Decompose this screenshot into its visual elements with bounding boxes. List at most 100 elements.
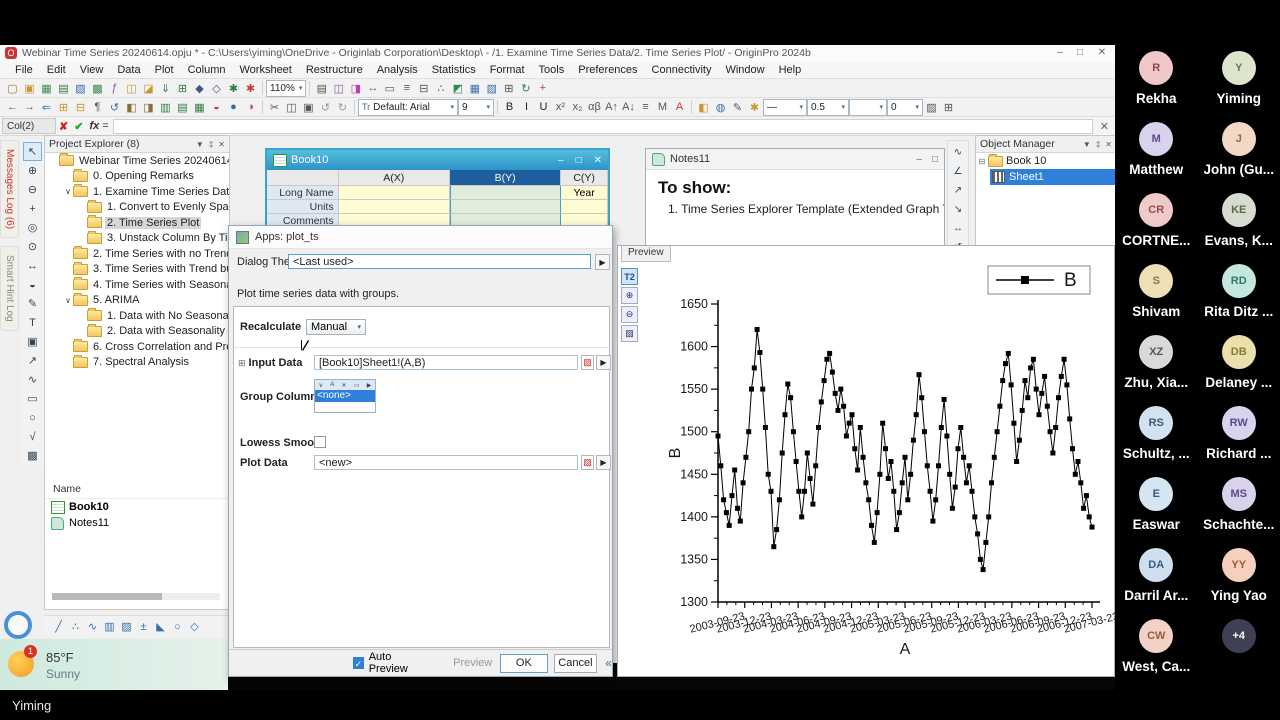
open-icon[interactable]: ◪ [140, 80, 157, 96]
print-icon[interactable]: ▤ [313, 80, 330, 96]
script-icon[interactable]: ∴ [432, 80, 449, 96]
duplicate-icon[interactable]: ◫ [330, 80, 347, 96]
book10-close-icon[interactable]: ✕ [594, 155, 602, 166]
data-reader-icon[interactable]: ◎ [23, 218, 42, 237]
preview-button[interactable]: Preview [453, 654, 492, 673]
minimize-button[interactable]: – [1051, 46, 1069, 60]
tree-item[interactable]: Webinar Time Series 20240614 [45, 153, 229, 169]
axis-template-4-icon[interactable]: ↔ [949, 219, 968, 238]
column-header[interactable]: A(X) [338, 170, 450, 186]
pane-pin-icon[interactable]: ‡ [1096, 140, 1100, 149]
hand-tool-icon[interactable]: √ [23, 427, 42, 446]
dialog-theme-input[interactable]: <Last used> [288, 254, 591, 269]
data-cell[interactable] [449, 186, 562, 200]
table-icon[interactable]: ⊞ [500, 80, 517, 96]
line-style-select[interactable]: — ▾ [763, 98, 807, 116]
more-plots-icon[interactable]: ◇ [186, 619, 203, 635]
menu-help[interactable]: Help [772, 64, 809, 76]
participant-tile[interactable]: Y Yiming [1198, 51, 1280, 118]
font-down-icon[interactable]: A↓ [620, 99, 637, 115]
tree-item[interactable]: 3. Time Series with Trend but no Seasona… [45, 261, 229, 278]
zoom-level-select[interactable]: 110% ▾ [266, 79, 307, 97]
font-up-icon[interactable]: A↑ [603, 99, 620, 115]
copy-icon[interactable]: ◫ [283, 99, 300, 115]
menu-edit[interactable]: Edit [40, 64, 73, 76]
participant-tile[interactable]: DA Darril Ar... [1115, 548, 1198, 615]
data-cell[interactable]: Year [561, 186, 608, 200]
menu-plot[interactable]: Plot [148, 64, 181, 76]
add-worksheet-icon[interactable]: ⊞ [55, 99, 72, 115]
circle-plot-icon[interactable]: ○ [169, 619, 186, 635]
circle-tool-icon[interactable]: ○ [23, 408, 42, 427]
scatter-tool-icon[interactable]: ∴ [67, 619, 84, 635]
range-selector-icon[interactable]: ▨ [581, 455, 594, 470]
undo-2-icon[interactable]: ↺ [317, 99, 334, 115]
align-icon[interactable]: ≡ [637, 99, 654, 115]
line-width-select[interactable]: 0.5 ▾ [807, 98, 849, 116]
merge-cells-icon[interactable]: M [654, 99, 671, 115]
data-selector-icon[interactable]: ↔ [23, 256, 42, 275]
axis-template-3-icon[interactable]: ↘ [949, 200, 968, 219]
more-participants-tile[interactable]: +4 [1198, 619, 1280, 686]
underline-icon[interactable]: U [535, 99, 552, 115]
window-list-item[interactable]: Book10 [45, 499, 229, 515]
move-icon[interactable]: ↔ [364, 80, 381, 96]
smart-hint-log-tab[interactable]: Smart Hint Log [0, 246, 19, 331]
group-selected-item[interactable]: <none> [315, 390, 375, 402]
input-flyout-icon[interactable]: ▶ [596, 355, 611, 370]
data-cell[interactable] [449, 200, 562, 214]
line-symbol-tool-icon[interactable]: ∿ [84, 619, 101, 635]
pan-icon[interactable]: + [23, 199, 42, 218]
participant-tile[interactable]: RW Richard ... [1198, 406, 1280, 473]
cancel-formula-icon[interactable]: ✘ [59, 120, 68, 133]
rect-tool-icon[interactable]: ▭ [23, 389, 42, 408]
pattern-icon[interactable]: ▨ [923, 99, 940, 115]
line-symbol-graph-icon[interactable]: ∿ [949, 143, 968, 162]
participant-tile[interactable]: RS Schultz, ... [1115, 406, 1198, 473]
tree-item[interactable]: 1. Data with No Seasonality [45, 308, 229, 324]
menu-view[interactable]: View [73, 64, 111, 76]
close-formula-bar-icon[interactable]: ✕ [1100, 120, 1109, 133]
extract-icon[interactable]: ⊟ [415, 80, 432, 96]
new-project-icon[interactable]: ▢ [4, 80, 21, 96]
new-matrix-icon[interactable]: ▩ [89, 80, 106, 96]
participant-tile[interactable]: DB Delaney ... [1198, 335, 1280, 402]
add-column-icon[interactable]: ⊟ [72, 99, 89, 115]
new-workbook-icon[interactable]: ▦ [38, 80, 55, 96]
column-header[interactable]: C(Y) [561, 170, 608, 186]
zoom-out-graph-icon[interactable]: ⊖ [621, 306, 638, 323]
formula-input[interactable] [112, 118, 1093, 134]
plot-flyout-icon[interactable]: ▶ [596, 455, 611, 470]
update-origin-icon[interactable]: ● [225, 99, 242, 115]
input-data-field[interactable]: [Book10]Sheet1!(A,B) [314, 355, 578, 370]
redo-2-icon[interactable]: ↻ [334, 99, 351, 115]
fill-color-icon[interactable]: ◧ [695, 99, 712, 115]
axis-template-2-icon[interactable]: ↗ [949, 181, 968, 200]
participant-tile[interactable]: CW West, Ca... [1115, 619, 1198, 686]
menu-window[interactable]: Window [718, 64, 771, 76]
participant-tile[interactable]: J John (Gu... [1198, 122, 1280, 189]
import-excel-icon[interactable]: ⊞ [174, 80, 191, 96]
object-manager-book-row[interactable]: ⊟ Book 10 [976, 153, 1115, 169]
recalculate-icon[interactable]: ◑ [242, 99, 259, 115]
refresh-icon[interactable]: ↻ [517, 80, 534, 96]
text-tool-icon[interactable]: T [23, 313, 42, 332]
book10-maximize-icon[interactable]: □ [576, 155, 582, 166]
line-tool-icon[interactable]: ╱ [50, 619, 67, 635]
menu-analysis[interactable]: Analysis [370, 64, 425, 76]
undo-icon[interactable]: ↺ [106, 99, 123, 115]
paste-icon[interactable]: ▣ [300, 99, 317, 115]
plot-ts-dialog[interactable]: Apps: plot_ts Dialog Theme <Last used> ▶… [228, 225, 613, 677]
pointer-icon[interactable]: ↖ [23, 142, 42, 161]
tree-item[interactable]: 7. Spectral Analysis [45, 354, 229, 371]
collapse-caret-icon[interactable]: ∨ [63, 187, 73, 196]
navigate-icon[interactable]: ⇐ [38, 99, 55, 115]
tree-item[interactable]: 4. Time Series with Seasonality [45, 277, 229, 293]
ok-button[interactable]: OK [500, 653, 548, 673]
new-graph-icon[interactable]: ▧ [72, 80, 89, 96]
tree-item[interactable]: ∨ 1. Examine Time Series Data [45, 184, 229, 200]
pane-close-icon[interactable]: ✕ [218, 140, 225, 149]
window-list-item[interactable]: Notes11 [45, 515, 229, 531]
zoom-in-icon[interactable]: ⊕ [23, 161, 42, 180]
pivot-icon[interactable]: ▦ [191, 99, 208, 115]
